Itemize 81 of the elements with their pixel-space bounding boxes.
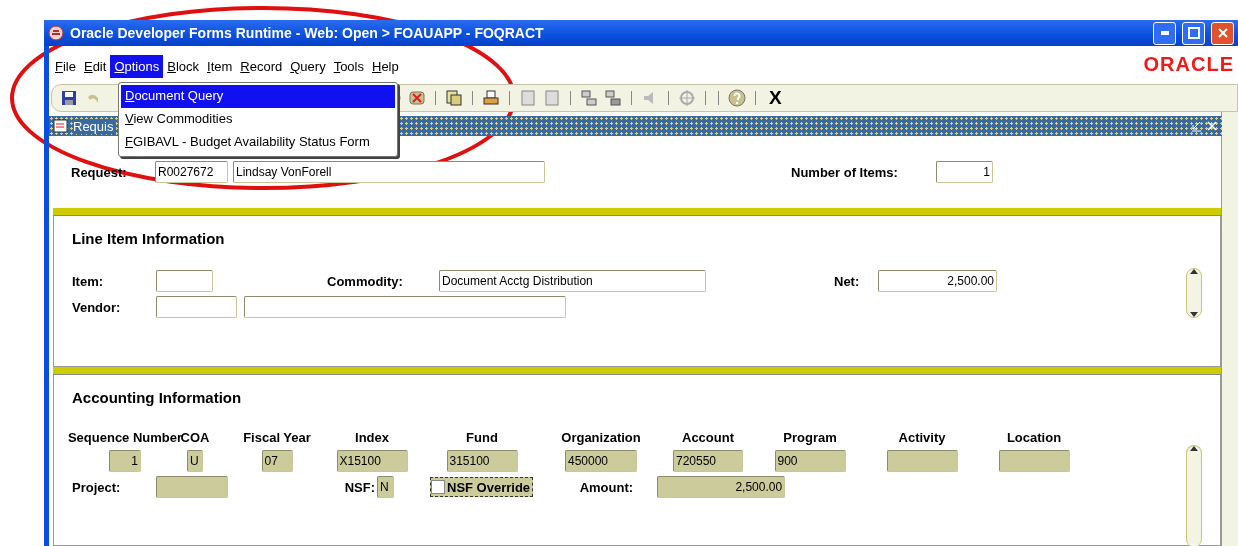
column-header: Location xyxy=(1006,430,1062,445)
item-label: Item: xyxy=(72,273,105,289)
accounting-field[interactable] xyxy=(998,450,1070,472)
menu-option[interactable]: FGIBAVL - Budget Availability Status Form xyxy=(121,131,395,154)
vendor-name-field[interactable] xyxy=(244,296,566,318)
accounting-field[interactable]: 1 xyxy=(109,450,141,472)
scrollbar[interactable] xyxy=(1186,445,1202,546)
exit-button[interactable]: X xyxy=(765,87,786,109)
commodity-field[interactable]: Document Acctg Distribution xyxy=(439,270,706,292)
column-header: Account xyxy=(682,430,734,445)
vendor-id-field[interactable] xyxy=(156,296,237,318)
net-field[interactable]: 2,500.00 xyxy=(878,270,997,292)
form-title: Requis xyxy=(73,118,117,134)
accounting-field[interactable]: 450000 xyxy=(565,450,637,472)
menu-option[interactable]: Document Query xyxy=(121,85,395,108)
request-id-field[interactable]: R0027672 xyxy=(155,161,228,183)
items-label: Number of Items: xyxy=(791,164,899,180)
maximize-button[interactable] xyxy=(1182,21,1205,45)
blocks-icon[interactable] xyxy=(580,89,598,107)
menu-item[interactable]: Edit xyxy=(79,55,111,78)
items-count-field[interactable]: 1 xyxy=(936,161,993,183)
accounting-field[interactable]: 07 xyxy=(261,450,293,472)
accounting-field[interactable] xyxy=(886,450,958,472)
menu-item[interactable]: Help xyxy=(368,55,403,78)
column-header: Activity xyxy=(898,430,946,445)
project-field[interactable] xyxy=(156,476,228,498)
app-icon xyxy=(48,25,64,41)
accounting-field[interactable]: 900 xyxy=(774,450,846,472)
column-header: Index xyxy=(355,430,389,445)
column-header: COA xyxy=(180,430,210,445)
accounting-field[interactable]: U xyxy=(187,450,203,472)
logo: ORACLE xyxy=(1143,53,1234,76)
menu-item[interactable]: Record xyxy=(236,55,287,78)
help-icon[interactable] xyxy=(728,89,746,107)
menu-item[interactable]: Options xyxy=(110,55,164,78)
accounting-field[interactable]: X15100 xyxy=(336,450,408,472)
accounting-field[interactable]: 315100 xyxy=(446,450,518,472)
project-label: Project: xyxy=(72,479,122,495)
form-icon xyxy=(53,118,69,134)
copy-icon[interactable] xyxy=(445,89,463,107)
window-title: Oracle Developer Forms Runtime - Web: Open > FOAUAPP - FOQRACT xyxy=(70,25,545,41)
section-title: Accounting Information xyxy=(72,389,242,406)
blocks-icon[interactable] xyxy=(604,89,622,107)
close-button[interactable] xyxy=(1211,21,1234,45)
close-icon xyxy=(1217,28,1228,38)
minimize-icon xyxy=(1160,31,1169,35)
nsf-field[interactable]: N xyxy=(377,476,394,498)
menu-item[interactable]: Block xyxy=(163,55,203,78)
minimize-icon[interactable] xyxy=(1190,120,1202,132)
save-icon[interactable] xyxy=(60,89,78,107)
menu-item[interactable]: File xyxy=(51,55,80,78)
column-header: Fund xyxy=(466,430,498,445)
accounting-field[interactable]: 720550 xyxy=(673,450,743,472)
up-arrow-icon xyxy=(1190,269,1198,274)
print-icon[interactable] xyxy=(482,89,500,107)
column-header: Fiscal Year xyxy=(243,430,311,445)
commodity-label: Commodity: xyxy=(327,273,404,289)
item-field[interactable] xyxy=(156,270,213,292)
menu-option[interactable]: View Commodities xyxy=(121,108,395,131)
scrollbar[interactable] xyxy=(1186,268,1202,318)
net-label: Net: xyxy=(834,273,861,289)
nsf-label: NSF: xyxy=(343,479,375,495)
close-icon[interactable] xyxy=(1206,120,1218,132)
requester-field[interactable]: Lindsay VonForell xyxy=(233,161,545,183)
column-header: Program xyxy=(783,430,837,445)
down-arrow-icon xyxy=(1190,312,1198,317)
maximize-icon xyxy=(1187,27,1200,39)
column-header: Organization xyxy=(561,430,641,445)
section-title: Line Item Information xyxy=(72,230,225,247)
column-header: Sequence Number xyxy=(67,430,183,445)
amount-label: Amount: xyxy=(578,479,634,495)
menu-item[interactable]: Query xyxy=(286,55,330,78)
delete-record-icon[interactable] xyxy=(408,89,426,107)
menu-item[interactable]: Tools xyxy=(329,55,368,78)
menu-item[interactable]: Item xyxy=(203,55,237,78)
minimize-button[interactable] xyxy=(1153,21,1176,45)
vendor-label: Vendor: xyxy=(72,299,122,315)
up-arrow-icon xyxy=(1190,446,1198,451)
amount-field[interactable]: 2,500.00 xyxy=(657,476,786,498)
nsf-override-checkbox[interactable]: NSF Override xyxy=(430,477,534,497)
request-label: Request: xyxy=(71,164,128,180)
